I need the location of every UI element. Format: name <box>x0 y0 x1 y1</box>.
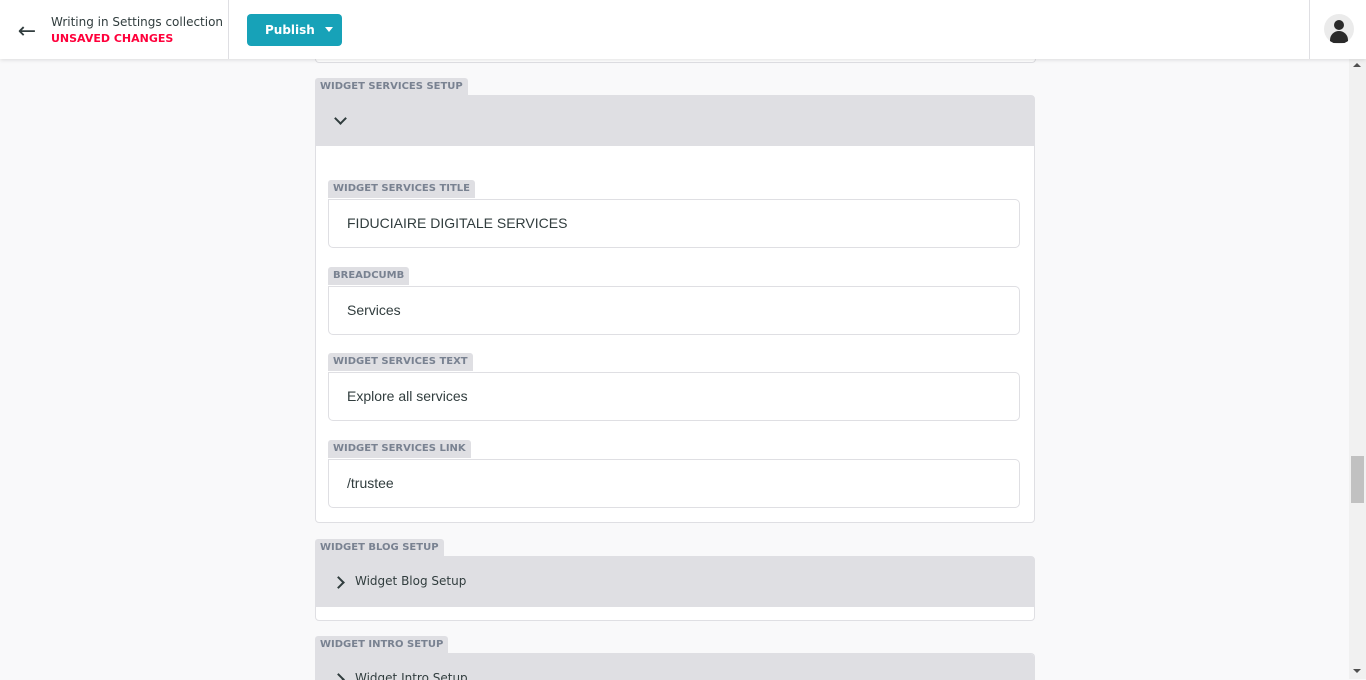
collection-status: Writing in Settings collection UNSAVED C… <box>51 14 223 47</box>
previous-object-bottom <box>315 59 1036 63</box>
user-avatar-icon[interactable] <box>1324 14 1354 44</box>
unsaved-changes-status: UNSAVED CHANGES <box>51 32 174 45</box>
publish-label: Publish <box>265 23 315 37</box>
widget-services-text-input[interactable]: Explore all services <box>328 372 1020 421</box>
widget-services-link-input[interactable]: /trustee <box>328 459 1020 508</box>
widget-intro-setup-label: WIDGET INTRO SETUP <box>315 636 449 654</box>
toolbar-divider <box>228 0 229 59</box>
page-scrollbar[interactable] <box>1349 59 1366 679</box>
breadcumb-label: BREADCUMB <box>328 267 410 285</box>
widget-services-link-label: WIDGET SERVICES LINK <box>328 440 471 458</box>
scrollbar-thumb[interactable] <box>1351 456 1364 503</box>
collection-title: Writing in Settings collection <box>51 15 224 29</box>
widget-intro-setup-object: Widget Intro Setup <box>315 653 1035 680</box>
widget-services-title-input[interactable]: FIDUCIAIRE DIGITALE SERVICES <box>328 199 1020 248</box>
breadcumb-input[interactable]: Services <box>328 286 1020 335</box>
widget-services-title-label: WIDGET SERVICES TITLE <box>328 180 476 198</box>
editor-toolbar: ← Writing in Settings collection UNSAVED… <box>0 0 1366 59</box>
chevron-right-icon <box>332 576 345 589</box>
arrow-left-icon: ← <box>17 18 37 44</box>
widget-blog-setup-summary: Widget Blog Setup <box>355 574 467 588</box>
caret-down-icon[interactable] <box>325 27 333 32</box>
publish-button[interactable]: Publish <box>247 14 342 46</box>
widget-blog-setup-object: Widget Blog Setup <box>315 556 1035 621</box>
widget-services-setup-label: WIDGET SERVICES SETUP <box>315 78 468 96</box>
widget-intro-setup-toggle[interactable]: Widget Intro Setup <box>316 654 1034 680</box>
widget-blog-setup-label: WIDGET BLOG SETUP <box>315 539 444 557</box>
back-button[interactable]: ← <box>14 18 40 44</box>
widget-blog-setup-toggle[interactable]: Widget Blog Setup <box>316 557 1034 607</box>
scroll-down-arrow-icon[interactable] <box>1353 669 1361 673</box>
chevron-down-icon <box>334 112 347 125</box>
toolbar-divider-right <box>1309 0 1310 59</box>
widget-services-setup-toggle[interactable] <box>316 96 1034 146</box>
scroll-up-arrow-icon[interactable] <box>1353 63 1361 67</box>
widget-services-text-label: WIDGET SERVICES TEXT <box>328 353 473 371</box>
